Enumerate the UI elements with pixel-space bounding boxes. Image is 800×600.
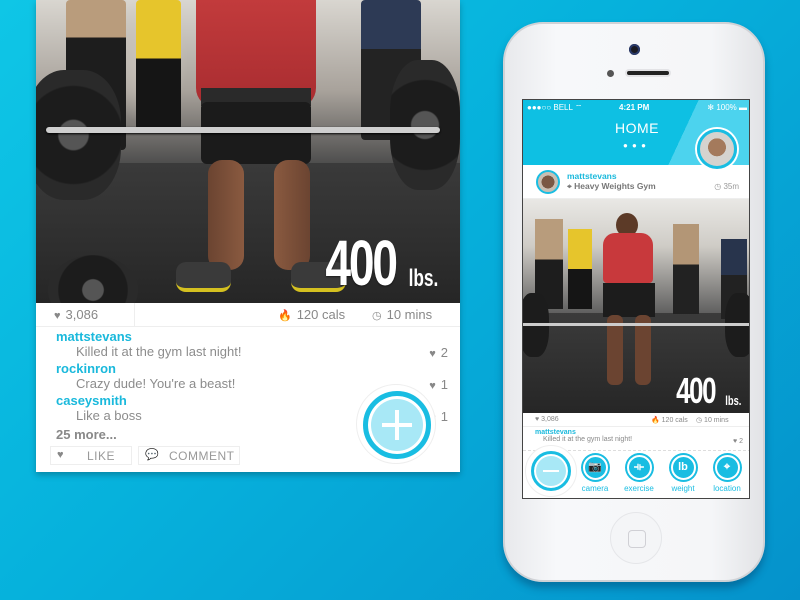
comment-username[interactable]: mattstevans — [535, 429, 745, 436]
clock-icon: ◷ — [372, 310, 382, 322]
tab-label: exercise — [624, 484, 654, 493]
photo-weight-plate — [390, 60, 460, 190]
photo-lifter-leg — [274, 160, 310, 270]
like-label: LIKE — [87, 449, 116, 463]
comment-label: COMMENT — [169, 449, 235, 463]
weight-lb-icon: lb — [670, 455, 696, 480]
flame-icon: 🔥 — [278, 310, 292, 322]
photo-bystander — [136, 0, 181, 130]
camera-icon: 📷 — [582, 455, 608, 480]
weight-unit: lbs. — [724, 393, 741, 408]
action-tab-bar: 📷 camera ⟛ exercise lb weight ⌖ location — [523, 445, 749, 498]
add-button-container — [356, 384, 436, 464]
post-stats: ♥ 3,086 🔥 120 cals ◷ 10 mins — [523, 413, 749, 427]
tab-weight[interactable]: lb weight — [661, 455, 705, 493]
calories-value: 120 cals — [296, 307, 346, 322]
comment-likes-count: 1 — [440, 409, 448, 424]
speech-bubble-icon: 💬 — [145, 449, 160, 461]
comment-likes[interactable]: ♥ 2 — [429, 345, 448, 360]
stats-divider — [134, 303, 135, 327]
photo-lifter-shorts — [603, 283, 655, 317]
proximity-sensor — [607, 70, 614, 77]
comment-username[interactable]: mattstevans — [56, 329, 456, 344]
more-comments-link[interactable]: 25 more... — [56, 427, 117, 442]
likes-value: 3,086 — [65, 307, 99, 322]
tab-label: location — [713, 484, 741, 493]
tab-label: camera — [581, 484, 609, 493]
page-indicator-dots[interactable]: ● ● ● — [623, 141, 647, 150]
photo-bystander — [568, 229, 592, 309]
tab-label: weight — [671, 484, 695, 493]
comment-item: mattstevans Killed it at the gym last ni… — [56, 329, 456, 361]
heart-icon: ♥ — [57, 449, 65, 461]
close-menu-container — [525, 445, 577, 497]
profile-avatar[interactable] — [697, 129, 737, 169]
post-timestamp: ◷ 35m — [714, 182, 739, 191]
likes-count[interactable]: ♥ 3,086 — [535, 416, 559, 423]
feed-post-card: 400 lbs. ♥ 3,086 🔥 120 cals ◷ 10 mins matts… — [36, 0, 460, 472]
post-author-avatar[interactable] — [536, 170, 560, 194]
like-button[interactable]: ♥ LIKE — [50, 446, 132, 465]
post-location[interactable]: ⌖ Heavy Weights Gym — [567, 181, 656, 192]
tab-location[interactable]: ⌖ location — [705, 455, 749, 493]
weight-value: 400 — [325, 227, 399, 299]
photo-weight-plate — [36, 70, 121, 200]
phone-mockup: ●●●○○ BELL ⌔ 4:21 PM ✻ 100% ▬ HOME ● ● ●… — [503, 22, 765, 582]
duration-value: 10 mins — [386, 307, 433, 322]
status-time: 4:21 PM — [619, 103, 650, 112]
comment-item: mattstevans Killed it at the gym last ni… — [535, 429, 745, 445]
comment-likes[interactable]: ♥ 2 — [733, 438, 743, 445]
post-photo[interactable]: 400 lbs. — [523, 199, 749, 413]
photo-lifter-shorts — [201, 102, 311, 164]
photo-lifter-shoe — [176, 262, 231, 292]
earpiece-speaker — [625, 69, 671, 77]
likes-count[interactable]: ♥ 3,086 — [54, 307, 98, 322]
front-camera — [629, 44, 640, 55]
home-button[interactable] — [610, 512, 662, 564]
comment-username[interactable]: rockinron — [56, 361, 456, 376]
photo-bystander — [673, 224, 699, 314]
weight-unit: lbs. — [408, 265, 438, 292]
minus-icon — [543, 470, 559, 472]
weight-value: 400 — [676, 370, 716, 411]
plus-icon — [395, 410, 399, 440]
calories-stat: 🔥 120 cals — [278, 307, 345, 322]
post-header: mattstevans ⌖ Heavy Weights Gym ◷ 35m — [523, 165, 749, 199]
comment-likes[interactable]: ♥1 — [429, 377, 448, 392]
comment-likes-count: 2 — [440, 345, 448, 360]
tab-camera[interactable]: 📷 camera — [573, 455, 617, 493]
comment-text: Killed it at the gym last night! — [543, 436, 633, 443]
workout-photo[interactable]: 400 lbs. — [36, 0, 460, 303]
battery-indicator: ✻ 100% ▬ — [707, 103, 747, 112]
comment-button[interactable]: 💬 COMMENT — [138, 446, 240, 465]
comment-text: Killed it at the gym last night! — [76, 344, 242, 359]
duration-stat: ◷ 10 mins — [696, 417, 729, 424]
heart-icon: ♥ — [429, 380, 436, 392]
duration-stat: ◷ 10 mins — [372, 307, 432, 322]
close-menu-button[interactable] — [531, 451, 571, 491]
heart-icon: ♥ — [54, 310, 61, 322]
calories-stat: 🔥 120 cals — [651, 417, 688, 424]
photo-barbell — [46, 127, 440, 133]
photo-barbell — [523, 323, 749, 326]
dumbbell-icon: ⟛ — [626, 455, 652, 480]
photo-lifter — [603, 233, 653, 283]
add-button[interactable] — [363, 391, 431, 459]
post-author-name[interactable]: mattstevans — [567, 171, 617, 181]
photo-lifter-leg — [208, 160, 244, 270]
location-pin-icon: ⌖ — [714, 455, 740, 480]
comment-likes-count: 1 — [440, 377, 448, 392]
post-stats: ♥ 3,086 🔥 120 cals ◷ 10 mins — [36, 303, 460, 327]
phone-screen: ●●●○○ BELL ⌔ 4:21 PM ✻ 100% ▬ HOME ● ● ●… — [522, 99, 750, 499]
tab-exercise[interactable]: ⟛ exercise — [617, 455, 661, 493]
heart-icon: ♥ — [429, 348, 436, 360]
carrier-signal: ●●●○○ BELL ⌔ — [527, 103, 583, 112]
home-square-icon — [628, 530, 646, 548]
